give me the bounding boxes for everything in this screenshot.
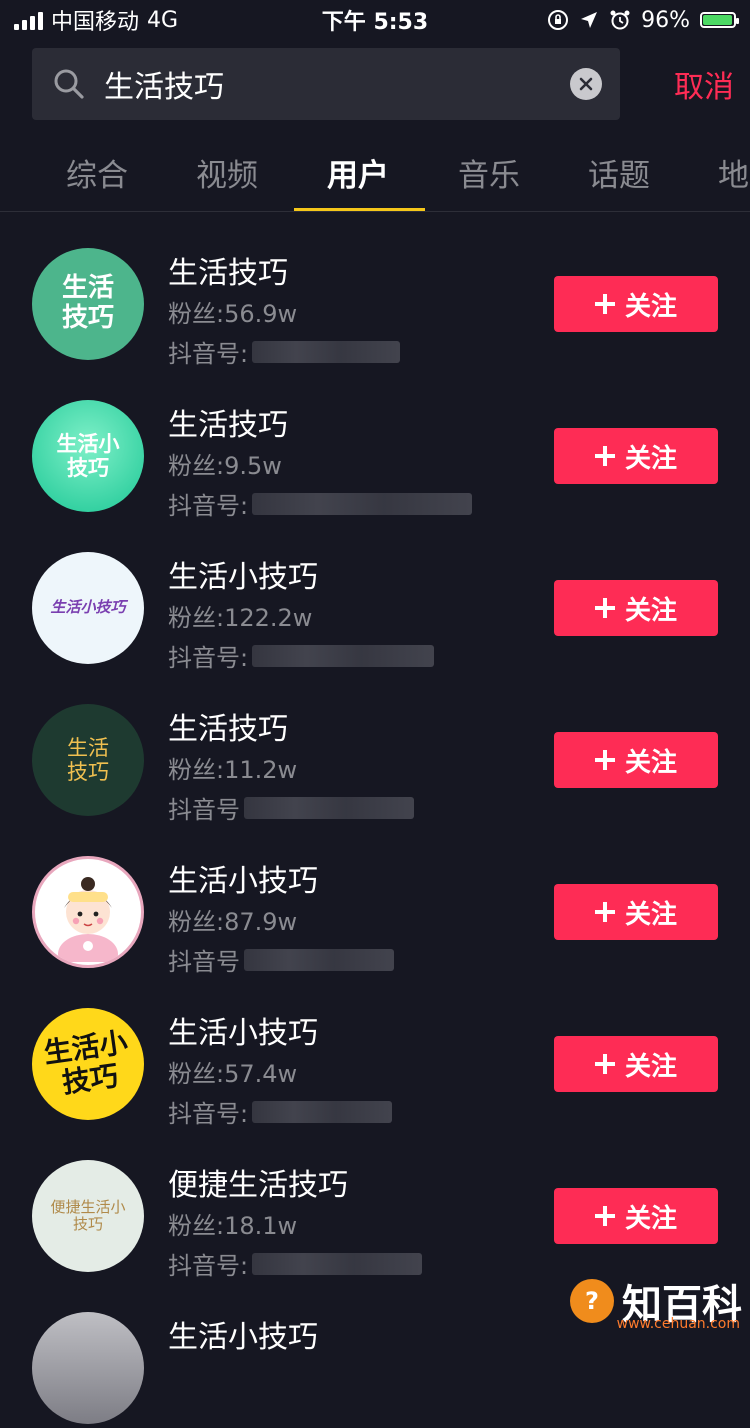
tab-music[interactable]: 音乐 bbox=[458, 150, 520, 195]
fan-count: 粉丝:122.2w bbox=[168, 598, 312, 633]
plus-icon bbox=[595, 1054, 615, 1074]
follow-button[interactable]: 关注 bbox=[554, 884, 718, 940]
plus-icon bbox=[595, 294, 615, 314]
fan-count: 粉丝:56.9w bbox=[168, 294, 297, 329]
avatar-text: 生活小技巧 bbox=[50, 599, 125, 616]
status-bar: 中国移动 4G 下午 5:53 96% bbox=[0, 0, 750, 40]
tab-topics[interactable]: 话题 bbox=[588, 150, 650, 195]
follow-label: 关注 bbox=[625, 894, 677, 931]
avatar[interactable]: 生活小技巧 bbox=[32, 552, 144, 664]
fan-count: 粉丝:18.1w bbox=[168, 1206, 297, 1241]
avatar-text: 生活技巧 bbox=[64, 736, 112, 784]
avatar[interactable]: 便捷生活小技巧 bbox=[32, 1160, 144, 1272]
alarm-icon bbox=[609, 9, 631, 31]
category-tabs: 综合 视频 用户 音乐 话题 地 bbox=[0, 132, 750, 212]
rotation-lock-icon bbox=[547, 9, 569, 31]
plus-icon bbox=[595, 902, 615, 922]
user-row[interactable]: 生活技巧 生活技巧 粉丝:11.2w 抖音号 关注 bbox=[0, 668, 750, 820]
tab-comprehensive[interactable]: 综合 bbox=[66, 150, 128, 195]
user-row[interactable]: 生活小技巧 粉丝:87.9w 抖音号 关注 bbox=[0, 820, 750, 972]
user-name[interactable]: 生活小技巧 bbox=[168, 856, 318, 900]
user-row[interactable]: 生活小技巧 生活技巧 粉丝:9.5w 抖音号: 关注 bbox=[0, 364, 750, 516]
user-name[interactable]: 生活小技巧 bbox=[168, 552, 318, 596]
follow-button[interactable]: 关注 bbox=[554, 580, 718, 636]
fan-count: 粉丝:87.9w bbox=[168, 902, 297, 937]
cartoon-girl-icon bbox=[38, 862, 138, 962]
user-row[interactable]: 生活小技巧 生活小技巧 粉丝:57.4w 抖音号: 关注 bbox=[0, 972, 750, 1124]
battery-fill bbox=[703, 15, 732, 25]
plus-icon bbox=[595, 750, 615, 770]
clear-search-icon[interactable] bbox=[570, 68, 602, 100]
fan-count: 粉丝:9.5w bbox=[168, 446, 282, 481]
plus-icon bbox=[595, 598, 615, 618]
battery-icon bbox=[700, 12, 736, 28]
follow-label: 关注 bbox=[625, 1046, 677, 1083]
follow-label: 关注 bbox=[625, 590, 677, 627]
avatar[interactable]: 生活技巧 bbox=[32, 704, 144, 816]
tab-places[interactable]: 地 bbox=[718, 150, 749, 195]
follow-label: 关注 bbox=[625, 1198, 677, 1235]
follow-button[interactable]: 关注 bbox=[554, 276, 718, 332]
follow-label: 关注 bbox=[625, 742, 677, 779]
avatar-text: 生活技巧 bbox=[56, 274, 120, 334]
avatar[interactable]: 生活小技巧 bbox=[32, 400, 144, 512]
follow-button[interactable]: 关注 bbox=[554, 1036, 718, 1092]
blurred-id bbox=[252, 645, 434, 667]
avatar-text: 生活小技巧 bbox=[32, 1025, 144, 1103]
close-icon bbox=[579, 77, 593, 91]
tab-videos[interactable]: 视频 bbox=[196, 150, 258, 195]
user-name[interactable]: 便捷生活技巧 bbox=[168, 1160, 348, 1204]
fan-count: 粉丝:57.4w bbox=[168, 1054, 297, 1089]
user-row[interactable]: 生活技巧 生活技巧 粉丝:56.9w 抖音号: 关注 bbox=[0, 212, 750, 364]
user-row[interactable]: 便捷生活小技巧 便捷生活技巧 粉丝:18.1w 抖音号: 关注 bbox=[0, 1124, 750, 1276]
search-box[interactable] bbox=[32, 48, 620, 120]
user-name[interactable]: 生活技巧 bbox=[168, 400, 288, 444]
user-row[interactable]: 生活小技巧 生活小技巧 粉丝:122.2w 抖音号: 关注 bbox=[0, 516, 750, 668]
blurred-id bbox=[252, 341, 400, 363]
avatar[interactable]: 生活技巧 bbox=[32, 248, 144, 360]
user-name[interactable]: 生活小技巧 bbox=[168, 1312, 318, 1356]
watermark-logo-icon: ? bbox=[570, 1279, 614, 1323]
avatar[interactable] bbox=[32, 856, 144, 968]
blurred-id bbox=[252, 493, 472, 515]
status-right: 96% bbox=[547, 8, 736, 33]
search-icon bbox=[52, 67, 86, 101]
follow-label: 关注 bbox=[625, 438, 677, 475]
location-icon bbox=[579, 10, 599, 30]
follow-button[interactable]: 关注 bbox=[554, 1188, 718, 1244]
search-input[interactable] bbox=[104, 48, 564, 120]
search-row: 取消 bbox=[32, 48, 750, 120]
cancel-button[interactable]: 取消 bbox=[652, 48, 750, 120]
blurred-id bbox=[244, 949, 394, 971]
blurred-id bbox=[252, 1253, 422, 1275]
battery-percent: 96% bbox=[641, 8, 690, 33]
tab-users[interactable]: 用户 bbox=[327, 150, 389, 195]
user-name[interactable]: 生活技巧 bbox=[168, 704, 288, 748]
plus-icon bbox=[595, 446, 615, 466]
follow-button[interactable]: 关注 bbox=[554, 428, 718, 484]
watermark-url: www.cehuan.com bbox=[617, 1316, 740, 1332]
follow-label: 关注 bbox=[625, 286, 677, 323]
user-name[interactable]: 生活技巧 bbox=[168, 248, 288, 292]
avatar-text: 生活小技巧 bbox=[47, 432, 129, 480]
user-name[interactable]: 生活小技巧 bbox=[168, 1008, 318, 1052]
avatar-text: 便捷生活小技巧 bbox=[46, 1199, 130, 1234]
plus-icon bbox=[595, 1206, 615, 1226]
fan-count: 粉丝:11.2w bbox=[168, 750, 297, 785]
blurred-id bbox=[244, 797, 414, 819]
avatar[interactable]: 生活小技巧 bbox=[32, 1008, 144, 1120]
blurred-id bbox=[252, 1101, 392, 1123]
follow-button[interactable]: 关注 bbox=[554, 732, 718, 788]
avatar[interactable] bbox=[32, 1312, 144, 1424]
